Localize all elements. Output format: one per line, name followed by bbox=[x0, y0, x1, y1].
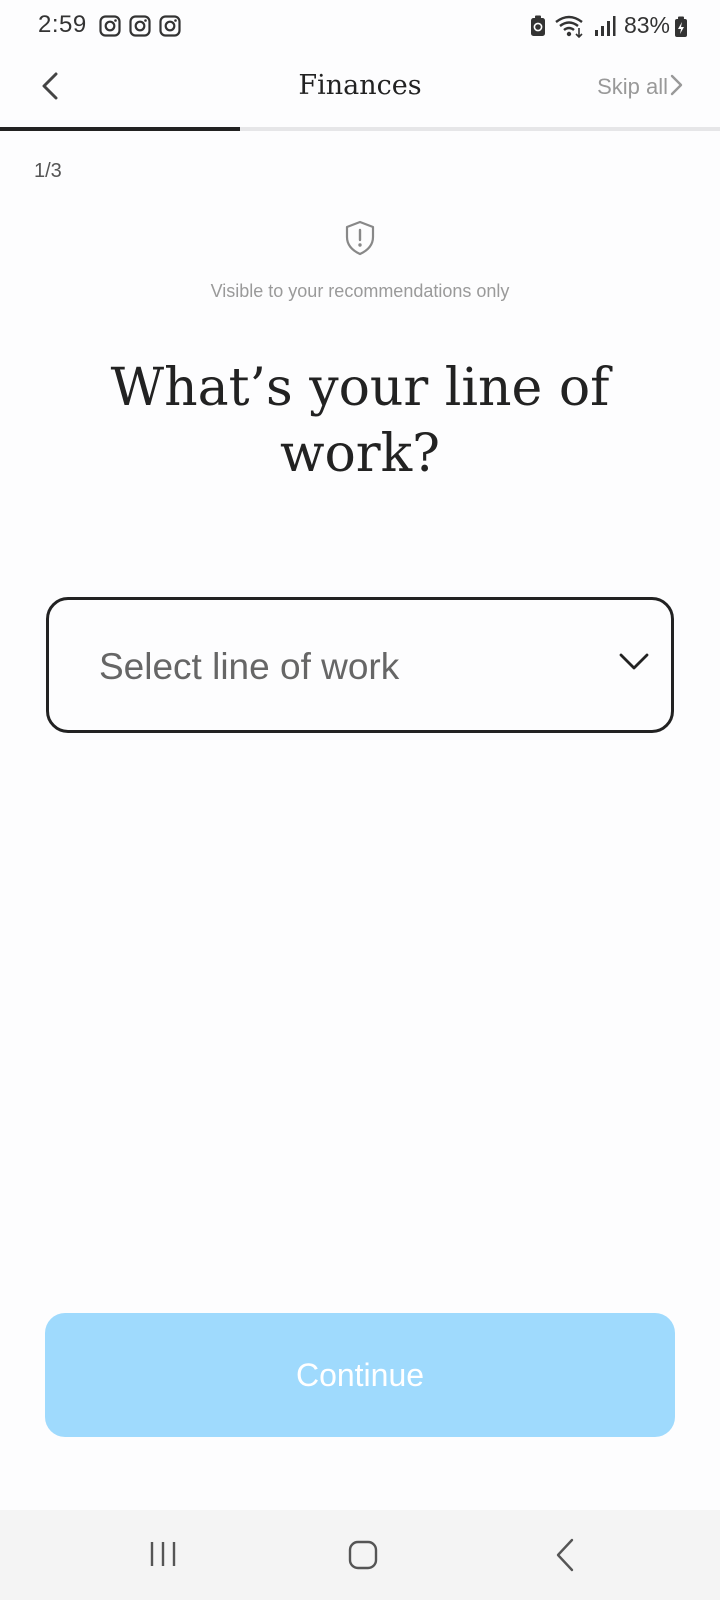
instagram-icon bbox=[159, 15, 181, 37]
select-placeholder: Select line of work bbox=[99, 646, 400, 687]
status-time: 2:59 bbox=[38, 11, 87, 38]
instagram-icon bbox=[99, 15, 121, 37]
continue-button[interactable]: Continue bbox=[45, 1313, 675, 1437]
wifi-icon bbox=[555, 15, 583, 38]
nav-bar bbox=[0, 1510, 720, 1600]
screen: 2:59 83% Finances Skip all 1/3 Visible t… bbox=[0, 0, 720, 1600]
home-icon[interactable] bbox=[348, 1540, 378, 1570]
status-right: 83% bbox=[530, 12, 670, 39]
progress-fill bbox=[0, 127, 240, 131]
step-counter: 1/3 bbox=[34, 160, 62, 182]
shield-alert-icon bbox=[345, 220, 375, 256]
question-title: What’s your line of work? bbox=[110, 358, 610, 484]
battery-charging-icon bbox=[675, 16, 687, 37]
status-bar: 2:59 83% bbox=[0, 0, 720, 52]
back-icon[interactable] bbox=[554, 1538, 576, 1572]
header: Finances Skip all bbox=[0, 52, 720, 128]
recents-icon[interactable] bbox=[148, 1540, 178, 1568]
signal-icon bbox=[594, 15, 616, 36]
line-of-work-select[interactable]: Select line of work bbox=[46, 597, 674, 733]
privacy-note: Visible to your recommendations only bbox=[210, 281, 510, 301]
chevron-right-icon[interactable] bbox=[668, 74, 684, 96]
battery-percent: 83% bbox=[623, 12, 670, 38]
progress-bar bbox=[0, 127, 720, 131]
skip-all-button[interactable]: Skip all bbox=[597, 74, 668, 100]
chevron-down-icon bbox=[619, 653, 649, 670]
instagram-icon bbox=[129, 15, 151, 37]
battery-saver-icon bbox=[530, 15, 545, 36]
continue-label: Continue bbox=[295, 1356, 425, 1393]
